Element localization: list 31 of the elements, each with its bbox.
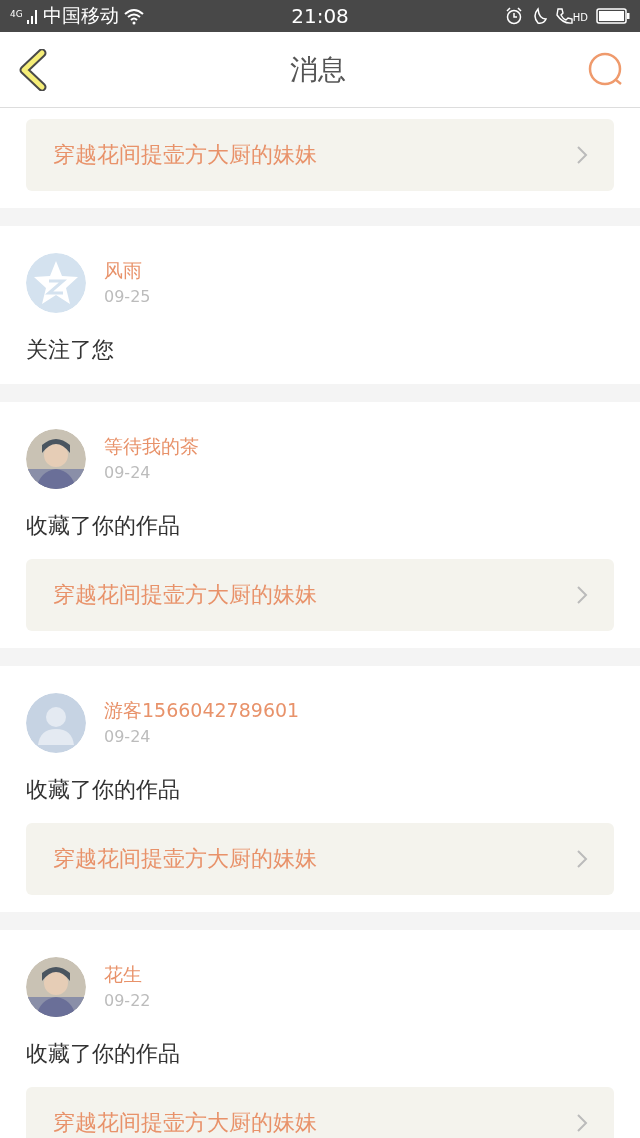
alarm-icon bbox=[504, 7, 523, 25]
message-date: 09-25 bbox=[104, 286, 151, 308]
chevron-icon bbox=[576, 585, 588, 605]
avatar-placeholder-icon bbox=[26, 693, 86, 753]
carrier-name: 中国移动 bbox=[42, 3, 119, 28]
work-link[interactable]: 穿越花间提壶方大厨的妹妹 bbox=[26, 119, 614, 191]
chevron-icon bbox=[576, 145, 588, 165]
chevron-icon bbox=[576, 849, 588, 869]
work-link[interactable]: 穿越花间提壶方大厨的妹妹 bbox=[26, 559, 614, 631]
battery-icon bbox=[596, 8, 630, 24]
work-link[interactable]: 穿越花间提壶方大厨的妹妹 bbox=[26, 1087, 614, 1138]
message-date: 09-24 bbox=[104, 726, 152, 748]
user-name[interactable]: 风雨 bbox=[104, 258, 151, 282]
signal-icon bbox=[26, 8, 39, 24]
work-link[interactable]: 穿越花间提壶方大厨的妹妹 bbox=[26, 823, 614, 895]
hd-label: HD bbox=[572, 12, 588, 23]
message-date: 09-24 bbox=[104, 462, 152, 484]
wifi-icon bbox=[122, 7, 145, 25]
message-text: 收藏了你的作品 bbox=[26, 1040, 181, 1068]
user-name[interactable]: 花生 bbox=[104, 962, 151, 986]
page-title: 消息 bbox=[290, 51, 346, 88]
user-name[interactable]: 等待我的茶 bbox=[104, 434, 199, 458]
message-text: 收藏了你的作品 bbox=[26, 512, 181, 540]
phone-icon bbox=[554, 7, 573, 25]
message-date: 09-22 bbox=[104, 990, 151, 1012]
chevron-icon bbox=[576, 1113, 588, 1133]
user-name[interactable]: 游客1566042789601 bbox=[104, 698, 300, 722]
network-type: 4G bbox=[10, 9, 23, 19]
message-text: 关注了您 bbox=[26, 336, 115, 364]
clock-time: 21:08 bbox=[291, 4, 349, 28]
message-text: 收藏了你的作品 bbox=[26, 776, 181, 804]
